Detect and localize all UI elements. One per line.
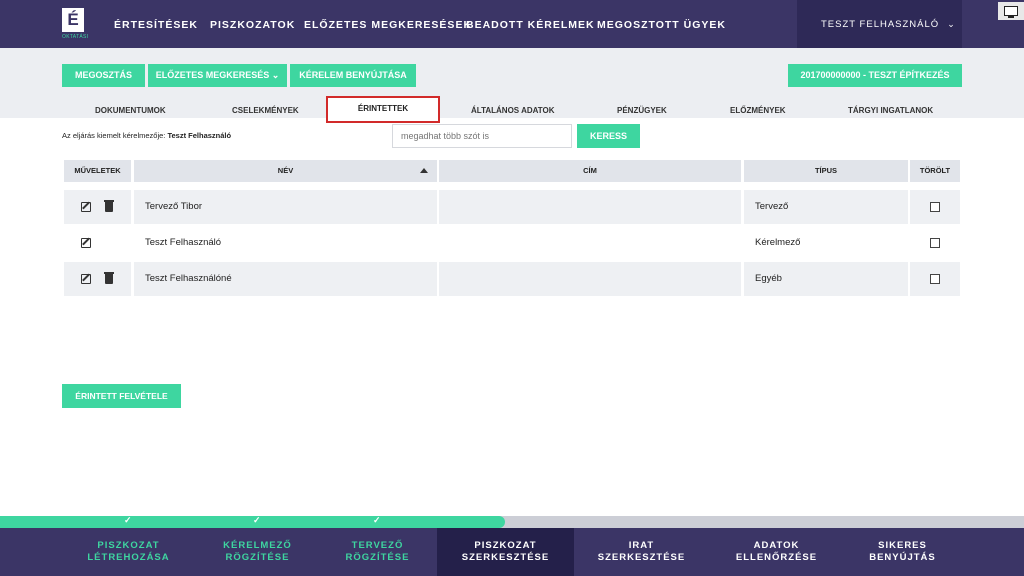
preliminary-inquiry-label: ELŐZETES MEGKERESÉS [155,70,270,80]
nav-drafts[interactable]: PISZKOZATOK [210,19,295,31]
nav-preliminary-inquiries[interactable]: ELŐZETES MEGKERESÉSEK [304,19,472,31]
row-name: Teszt Felhasználóné [134,262,437,296]
step-label-line1: PISZKOZAT [474,540,537,551]
nav-submitted-requests[interactable]: BEADOTT KÉRELMEK [466,19,595,31]
row-type: Kérelmező [755,237,801,248]
deleted-checkbox[interactable] [930,274,940,284]
row-deleted [910,262,960,296]
nav-notifications[interactable]: ÉRTESÍTÉSEK [114,19,198,31]
search-button[interactable]: KERESS [577,124,640,148]
primary-applicant-note: Az eljárás kiemelt kérelmezője: Teszt Fe… [62,131,231,140]
step-successful-submission[interactable]: SIKERES BENYÚJTÁS [834,528,971,576]
check-icon: ✓ [253,515,261,525]
brand-logo[interactable]: É OKTATÁSI [62,8,89,42]
tab-finances[interactable]: PÉNZÜGYEK [617,106,667,115]
row-actions [64,262,131,296]
top-navbar: É OKTATÁSI ÉRTESÍTÉSEK PISZKOZATOK ELŐZE… [0,0,1024,48]
primary-applicant-name: Teszt Felhasználó [167,131,232,140]
tab-affected-parties-label: ÉRINTETTEK [357,104,409,113]
column-header-name[interactable]: NÉV [134,160,437,182]
table-row: Teszt Felhasználóné Egyéb [64,262,960,296]
step-record-designer[interactable]: TERVEZŐ RÖGZÍTÉSE [309,528,446,576]
tab-actions[interactable]: CSELEKMÉNYEK [232,106,299,115]
step-edit-document[interactable]: IRAT SZERKESZTÉSE [573,528,710,576]
table-row: Tervező Tibor Tervező [64,190,960,224]
tab-general-data[interactable]: ÁLTALÁNOS ADATOK [471,106,555,115]
tab-history[interactable]: ELŐZMÉNYEK [730,106,786,115]
row-deleted [910,190,960,224]
user-name: TESZT FELHASZNÁLÓ [821,19,940,30]
step-label-line1: TERVEZŐ [351,540,404,551]
step-label-line2: LÉTREHOZÁSA [87,552,170,563]
step-label-line1: SIKERES [878,540,927,551]
row-deleted [910,226,960,260]
column-header-actions: MŰVELETEK [64,160,131,182]
step-label-line1: ADATOK [753,540,800,551]
row-type: Egyéb [744,262,908,296]
add-affected-party-button[interactable]: ÉRINTETT FELVÉTELE [62,384,181,408]
column-header-deleted: TÖRÖLT [910,160,960,182]
row-address [439,226,741,260]
step-label-line2: RÖGZÍTÉSE [345,552,410,563]
step-verify-data[interactable]: ADATOK ELLENŐRZÉSE [708,528,845,576]
primary-applicant-label: Az eljárás kiemelt kérelmezője: [62,131,168,140]
step-edit-draft[interactable]: PISZKOZAT SZERKESZTÉSE [437,528,574,576]
edit-icon[interactable] [81,202,91,212]
deleted-checkbox[interactable] [930,202,940,212]
edit-icon[interactable] [81,274,91,284]
column-header-type: TÍPUS [744,160,908,182]
trash-icon[interactable] [104,200,114,212]
row-type: Tervező [744,190,908,224]
step-label-line2: SZERKESZTÉSE [461,552,550,563]
table-row: Teszt Felhasználó Kérelmező [64,226,960,260]
step-label-line1: PISZKOZAT [97,540,160,551]
submit-request-button[interactable]: KÉRELEM BENYÚJTÁSA [290,64,416,87]
logo-letter: É [62,8,84,32]
step-label-line2: ELLENŐRZÉSE [735,552,818,563]
step-label-line2: SZERKESZTÉSE [597,552,686,563]
step-label-line2: BENYÚJTÁS [869,552,936,563]
share-button[interactable]: MEGOSZTÁS [62,64,145,87]
case-selector-button[interactable]: 201700000000 - TESZT ÉPÍTKEZÉS [788,64,962,87]
user-menu[interactable]: TESZT FELHASZNÁLÓ ⌄ [797,0,962,48]
step-label-line1: IRAT [628,540,655,551]
sort-ascending-icon [420,168,428,173]
tab-affected-parties[interactable]: ÉRINTETTEK [326,96,440,123]
row-actions [64,190,131,224]
tab-properties[interactable]: TÁRGYI INGATLANOK [848,106,933,115]
logo-subtitle: OKTATÁSI [62,34,89,40]
step-label-line1: KÉRELMEZŐ [223,540,292,551]
check-icon: ✓ [124,515,132,525]
step-record-applicant[interactable]: KÉRELMEZŐ RÖGZÍTÉSE [189,528,326,576]
chevron-down-icon: ⌄ [271,70,280,80]
check-icon: ✓ [373,515,381,525]
wizard-steps: PISZKOZAT LÉTREHOZÁSA KÉRELMEZŐ RÖGZÍTÉSE … [0,528,1024,576]
row-name: Tervező Tibor [134,190,437,224]
tab-documents[interactable]: DOKUMENTUMOK [95,106,166,115]
preliminary-inquiry-dropdown[interactable]: ELŐZETES MEGKERESÉS ⌄ [148,64,287,87]
search-input[interactable] [392,124,572,148]
column-header-name-label: NÉV [277,166,294,175]
chevron-down-icon: ⌄ [947,19,956,29]
monitor-icon[interactable] [1004,6,1018,18]
row-address [439,262,741,296]
edit-icon[interactable] [81,238,91,248]
column-header-address: CÍM [439,160,741,182]
row-name: Teszt Felhasználó [145,237,222,248]
trash-icon[interactable] [104,272,114,284]
step-label-line2: RÖGZÍTÉSE [225,552,290,563]
nav-shared-cases[interactable]: MEGOSZTOTT ÜGYEK [597,19,726,31]
step-create-draft[interactable]: PISZKOZAT LÉTREHOZÁSA [60,528,197,576]
row-actions [64,226,131,260]
deleted-checkbox[interactable] [930,238,940,248]
row-address [439,190,741,224]
